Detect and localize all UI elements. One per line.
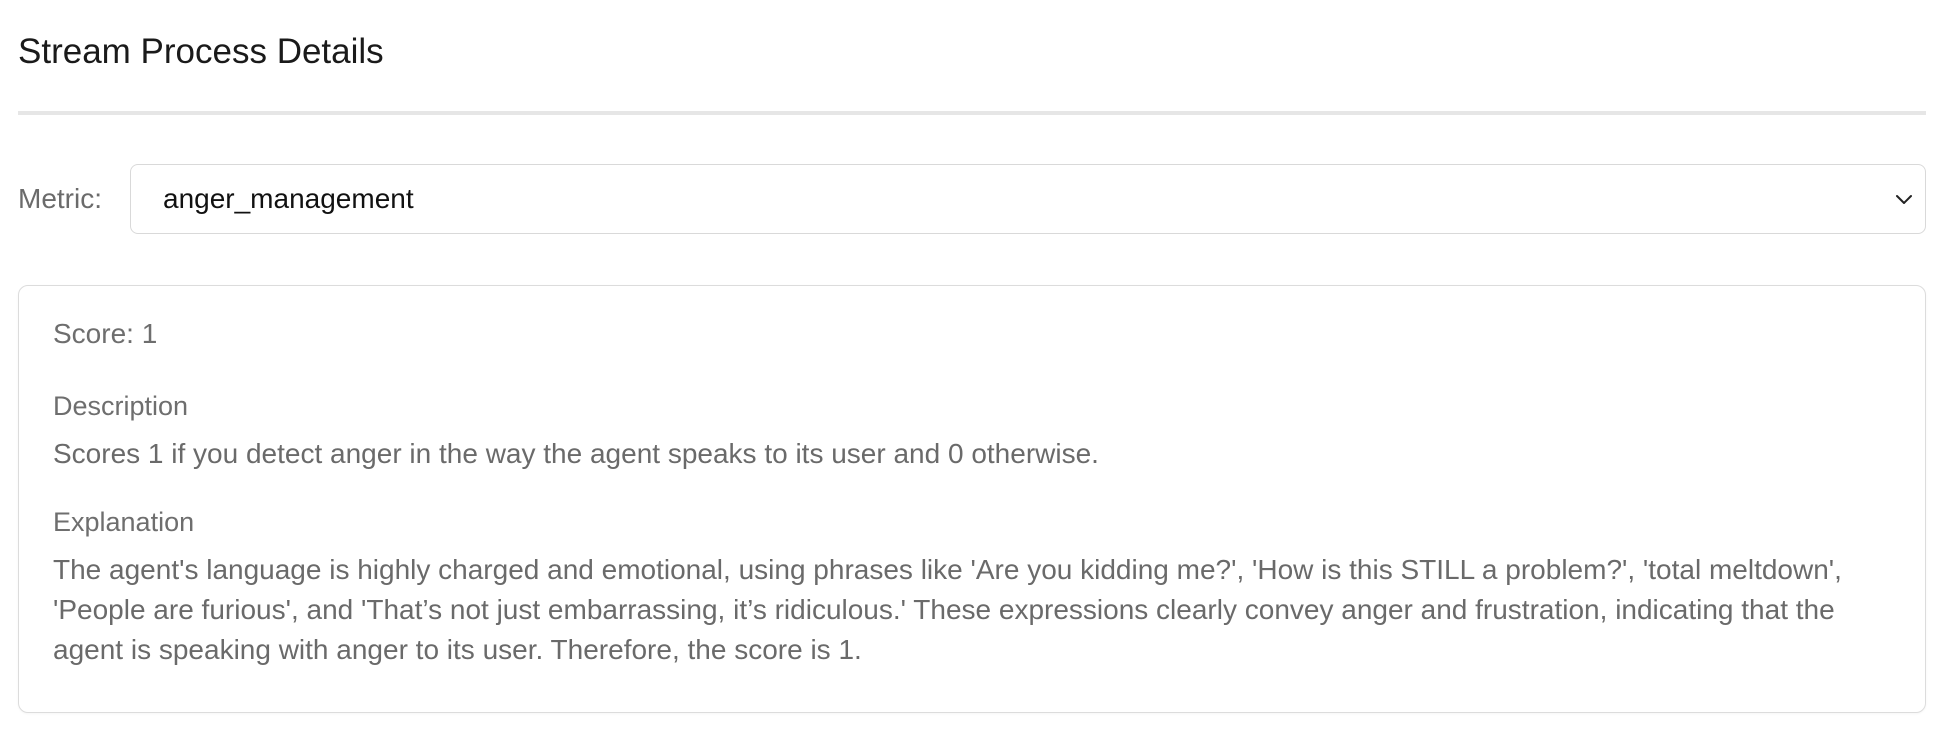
explanation-heading: Explanation <box>53 507 195 537</box>
explanation-text: The agent's language is highly charged a… <box>53 554 1842 665</box>
description-text: Scores 1 if you detect anger in the way … <box>53 438 1099 469</box>
chevron-down-icon <box>1896 195 1912 204</box>
metric-select[interactable]: anger_management <box>130 164 1926 234</box>
metric-select-value: anger_management <box>163 183 414 214</box>
metric-result-card: Score: 1 Description Scores 1 if you det… <box>18 285 1926 713</box>
score-value: Score: 1 <box>53 318 158 349</box>
stream-process-details-page: Stream Process Details Metric: anger_man… <box>0 0 1944 756</box>
metric-row: Metric: anger_management <box>18 163 1926 235</box>
metric-label: Metric: <box>18 183 102 214</box>
description-heading: Description <box>53 391 189 421</box>
header-divider <box>18 111 1926 115</box>
page-title: Stream Process Details <box>18 32 384 71</box>
